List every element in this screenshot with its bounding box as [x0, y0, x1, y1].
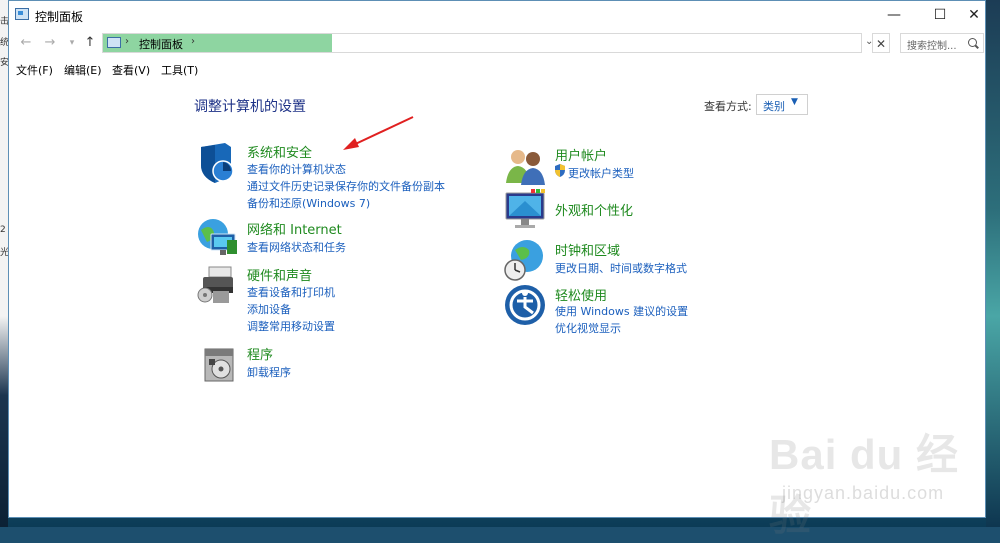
search-icon [968, 38, 977, 47]
desktop-fragment: 2 [0, 225, 6, 235]
link-recommended-settings[interactable]: 使用 Windows 建议的设置 [555, 303, 688, 319]
category-system-security[interactable]: 系统和安全 [247, 142, 312, 161]
link-network-status[interactable]: 查看网络状态和任务 [247, 239, 346, 255]
link-backup-restore[interactable]: 备份和还原(Windows 7) [247, 195, 370, 211]
clear-address-icon[interactable]: ✕ [872, 33, 890, 53]
ease-of-access-icon [505, 285, 545, 325]
control-panel-icon [107, 37, 121, 48]
search-placeholder: 搜索控制... [907, 41, 957, 52]
category-clock-region[interactable]: 时钟和区域 [555, 240, 620, 259]
chevron-right-icon[interactable]: › [191, 36, 195, 47]
category-user-accounts[interactable]: 用户帐户 [555, 145, 607, 164]
printer-icon [197, 266, 233, 303]
category-appearance[interactable]: 外观和个性化 [555, 200, 633, 219]
baidu-watermark: Bai du 经验 [769, 431, 960, 539]
menu-tools[interactable]: 工具(T) [161, 62, 198, 78]
shield-icon [201, 143, 234, 183]
programs-icon [204, 348, 234, 382]
link-devices-printers[interactable]: 查看设备和打印机 [247, 284, 335, 300]
breadcrumb-control-panel[interactable]: 控制面板 [139, 36, 183, 52]
annotation-arrow [343, 116, 414, 150]
category-ease-of-access[interactable]: 轻松使用 [555, 285, 607, 304]
control-panel-icon [15, 8, 29, 20]
link-uninstall-program[interactable]: 卸载程序 [247, 364, 291, 380]
chevron-down-icon: ▼ [791, 97, 798, 107]
chevron-right-icon[interactable]: › [125, 36, 129, 47]
menu-edit[interactable]: 编辑(E) [64, 62, 102, 78]
desktop-right-strip [986, 0, 1000, 527]
view-by-label: 查看方式: [704, 100, 752, 113]
menu-view[interactable]: 查看(V) [112, 62, 150, 78]
link-change-date-time-format[interactable]: 更改日期、时间或数字格式 [555, 260, 687, 276]
link-view-computer-status[interactable]: 查看你的计算机状态 [247, 161, 346, 177]
menu-file[interactable]: 文件(F) [16, 62, 53, 78]
desktop-left-strip: 击 统 安 2 光 [0, 0, 9, 527]
menu-bar: 文件(F) 编辑(E) 查看(V) 工具(T) [9, 59, 985, 79]
search-input[interactable]: 搜索控制... [900, 33, 984, 53]
appearance-monitor-icon [505, 189, 545, 228]
address-highlight [103, 34, 332, 52]
close-button[interactable]: ✕ [951, 1, 997, 29]
navigation-bar: ← → ▾ ↑ › 控制面板 › ⌄ ✕ 搜索控制... [9, 31, 985, 55]
users-icon [506, 150, 545, 185]
uac-shield-icon [555, 164, 565, 177]
view-by-select[interactable]: 类别 ▼ [756, 94, 808, 115]
link-file-history-backup[interactable]: 通过文件历史记录保存你的文件备份副本 [247, 178, 445, 194]
recent-locations-chevron-icon[interactable]: ▾ [63, 34, 81, 52]
back-arrow-icon[interactable]: ← [17, 34, 35, 52]
minimize-button[interactable]: — [871, 1, 917, 29]
control-panel-window: 控制面板 — ☐ ✕ ← → ▾ ↑ › 控制面板 › ⌄ ✕ 搜索控制... … [8, 0, 986, 539]
category-hardware-sound[interactable]: 硬件和声音 [247, 265, 312, 284]
link-add-device[interactable]: 添加设备 [247, 301, 291, 317]
page-title: 调整计算机的设置 [194, 99, 306, 115]
baidu-watermark-url: jingyan.baidu.com [782, 483, 945, 503]
category-network[interactable]: 网络和 Internet [247, 219, 342, 238]
address-bar[interactable]: › 控制面板 › [102, 33, 862, 53]
window-title: 控制面板 [35, 10, 84, 24]
link-optimize-visual-display[interactable]: 优化视觉显示 [555, 320, 621, 336]
view-by-value: 类别 [763, 100, 785, 113]
clock-globe-icon [504, 240, 543, 281]
link-mobility-settings[interactable]: 调整常用移动设置 [247, 318, 335, 334]
title-bar[interactable]: 控制面板 — ☐ ✕ [9, 1, 985, 29]
category-programs[interactable]: 程序 [247, 344, 273, 363]
forward-arrow-icon[interactable]: → [41, 34, 59, 52]
network-globe-icon [198, 219, 237, 255]
link-change-account-type[interactable]: 更改帐户类型 [568, 165, 634, 181]
up-arrow-icon[interactable]: ↑ [81, 34, 99, 52]
